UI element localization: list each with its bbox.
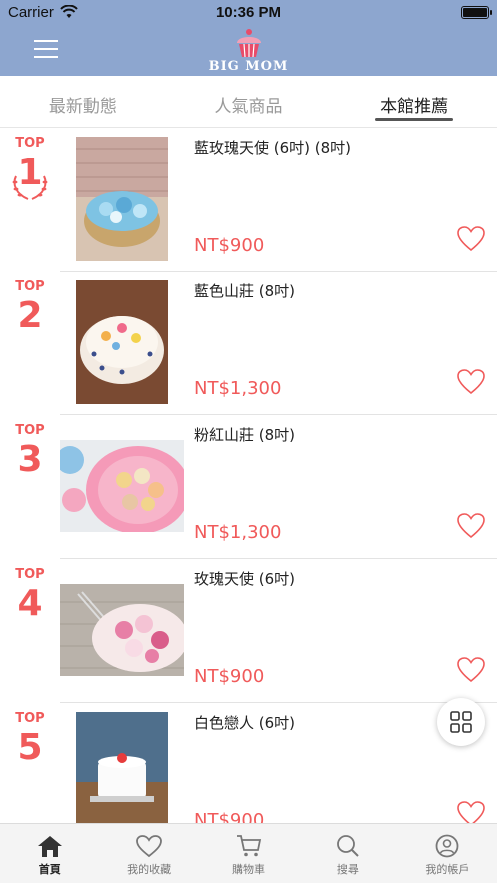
rank-label: TOP <box>15 711 45 726</box>
brand-logo: BIG MOM <box>0 28 497 74</box>
heart-outline-icon[interactable] <box>457 369 485 395</box>
search-icon <box>337 835 359 857</box>
rank-number: 5 <box>17 727 43 768</box>
rank-label: TOP <box>15 423 45 438</box>
grid-icon <box>450 711 472 733</box>
product-price: NT$900 <box>194 235 265 256</box>
product-row[interactable]: TOP 1 藍玫瑰天使 (6吋) (8吋) NT$900 <box>0 128 497 272</box>
home-icon <box>37 836 62 857</box>
product-row[interactable]: TOP 4 玫瑰天使 (6吋) NT$900 <box>0 559 497 703</box>
tab-cart-label: 購物車 <box>232 863 266 876</box>
heart-outline-icon[interactable] <box>457 801 485 823</box>
product-name[interactable]: 玫瑰天使 (6吋) <box>194 568 295 589</box>
tab-latest[interactable]: 最新動態 <box>0 76 166 127</box>
app-header: BIG MOM <box>0 28 497 76</box>
rank-number: 1 <box>17 152 43 193</box>
product-price: NT$900 <box>194 666 265 687</box>
battery-icon <box>461 6 492 19</box>
product-row[interactable]: TOP 2 藍色山莊 (8吋) NT$1,300 <box>0 271 497 415</box>
product-row[interactable]: TOP 3 粉紅山莊 (8吋) NT$1,300 <box>0 415 497 559</box>
product-name[interactable]: 藍色山莊 (8吋) <box>194 280 295 301</box>
heart-icon <box>136 835 163 858</box>
product-price: NT$900 <box>194 810 265 823</box>
product-image[interactable] <box>60 584 184 676</box>
tab-cart[interactable]: 購物車 <box>199 824 298 883</box>
rank-number: 2 <box>17 295 43 336</box>
heart-outline-icon[interactable] <box>457 657 485 683</box>
grid-view-button[interactable] <box>437 698 485 746</box>
tab-search-label: 搜尋 <box>336 863 359 876</box>
product-name[interactable]: 白色戀人 (6吋) <box>194 712 295 733</box>
tab-favorites[interactable]: 我的收藏 <box>99 824 198 883</box>
status-bar: Carrier 10:36 PM <box>0 0 497 28</box>
bottom-tab-bar: 首頁 我的收藏 購物車 搜尋 我的帳戶 <box>0 823 497 883</box>
category-tabs: 最新動態 人氣商品 本館推薦 <box>0 76 497 128</box>
rank-label: TOP <box>15 567 45 582</box>
cart-icon <box>236 835 261 857</box>
product-row[interactable]: TOP 5 白色戀人 (6吋) NT$900 <box>0 703 497 823</box>
tab-recommended[interactable]: 本館推薦 <box>331 76 497 127</box>
tab-account[interactable]: 我的帳戶 <box>398 824 497 883</box>
tab-home-label: 首頁 <box>38 863 61 876</box>
product-name[interactable]: 粉紅山莊 (8吋) <box>194 424 295 445</box>
product-list: TOP 1 藍玫瑰天使 (6吋) (8吋) NT$900 TOP 2 藍色山莊 … <box>0 128 497 823</box>
rank-label: TOP <box>15 279 45 294</box>
tab-account-label: 我的帳戶 <box>425 863 470 876</box>
product-price: NT$1,300 <box>194 378 282 399</box>
product-price: NT$1,300 <box>194 522 282 543</box>
user-icon <box>435 834 459 858</box>
product-image[interactable] <box>76 712 168 823</box>
tab-popular[interactable]: 人氣商品 <box>166 76 332 127</box>
rank-number: 4 <box>17 583 43 624</box>
tab-search[interactable]: 搜尋 <box>298 824 397 883</box>
clock: 10:36 PM <box>215 4 282 21</box>
product-image[interactable] <box>76 280 168 404</box>
rank-number: 3 <box>17 439 43 480</box>
heart-outline-icon[interactable] <box>457 226 485 252</box>
tab-home[interactable]: 首頁 <box>0 824 99 883</box>
tab-favorites-label: 我的收藏 <box>127 863 172 876</box>
brand-name: BIG MOM <box>208 59 289 74</box>
product-image[interactable] <box>76 137 168 261</box>
heart-outline-icon[interactable] <box>457 513 485 539</box>
product-image[interactable] <box>60 440 184 532</box>
cupcake-logo-icon <box>236 29 261 58</box>
product-name[interactable]: 藍玫瑰天使 (6吋) (8吋) <box>194 137 351 158</box>
rank-label: TOP <box>15 136 45 151</box>
